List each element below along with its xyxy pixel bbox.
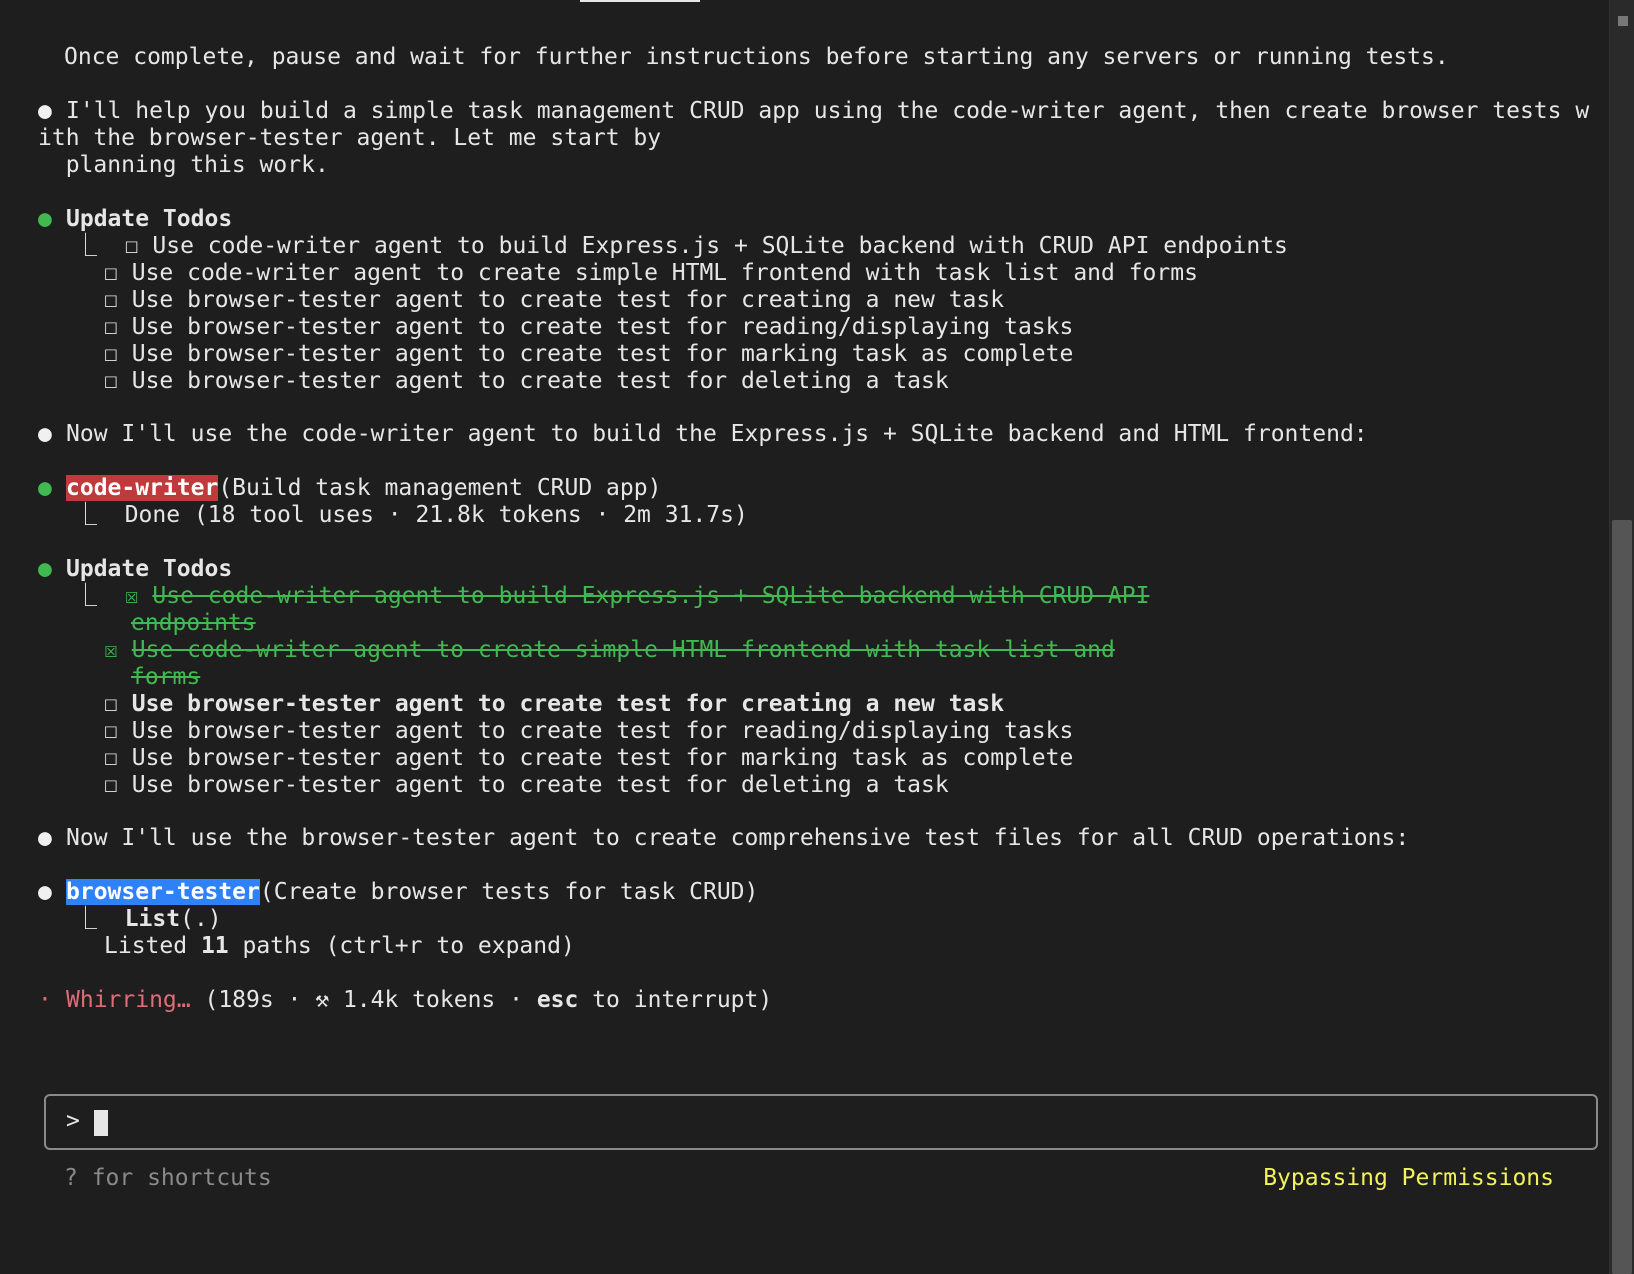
permission-mode-badge: Bypassing Permissions xyxy=(1263,1165,1554,1191)
assistant-message-cont: ith the browser-tester agent. Let me sta… xyxy=(38,125,662,151)
todo-item: ☐ Use browser-tester agent to create tes… xyxy=(104,341,1074,367)
bullet-icon: ● xyxy=(38,825,52,851)
todo-item-done-cont: forms xyxy=(131,664,201,690)
bullet-icon: ● xyxy=(38,475,52,501)
todos-header: ● Update Todos xyxy=(38,206,233,232)
todos-header: ● Update Todos xyxy=(38,556,233,582)
agent-tool-call: ⎿ List(.) xyxy=(74,906,222,932)
esc-key-hint[interactable]: esc xyxy=(537,987,579,1013)
bullet-icon: ● xyxy=(38,98,52,124)
shortcuts-hint: ? for shortcuts xyxy=(64,1165,272,1191)
bullet-icon: ● xyxy=(38,879,52,905)
todo-item: ☐ Use code-writer agent to create simple… xyxy=(104,260,1198,286)
todo-item-done: ⎿ ☒ Use code-writer agent to build Expre… xyxy=(74,583,1150,609)
intro-tail-text: Once complete, pause and wait for furthe… xyxy=(64,44,1449,70)
bullet-icon: ● xyxy=(38,556,52,582)
todo-item: ☐ Use browser-tester agent to create tes… xyxy=(104,772,949,798)
assistant-message-cont: planning this work. xyxy=(38,152,329,178)
agent-tag-code-writer: code-writer xyxy=(66,475,219,501)
checkbox-empty-icon: ☐ xyxy=(104,368,118,394)
todo-item: ⎿ ☐ Use code-writer agent to build Expre… xyxy=(74,233,1288,259)
agent-tag-browser-tester: browser-tester xyxy=(66,879,260,905)
tree-branch-icon: ⎿ xyxy=(74,583,97,609)
bullet-icon: ● xyxy=(38,206,52,232)
assistant-message: ● Now I'll use the code-writer agent to b… xyxy=(38,421,1368,447)
prompt-caret-icon: > xyxy=(66,1108,80,1134)
agent-call-browser-tester: ● browser-tester(Create browser tests for… xyxy=(38,879,759,905)
agent-result: ⎿ Done (18 tool uses · 21.8k tokens · 2m… xyxy=(74,502,748,528)
todo-item: ☐ Use browser-tester agent to create tes… xyxy=(104,718,1074,744)
tree-branch-icon: ⎿ xyxy=(74,502,97,528)
selection-mark xyxy=(580,0,700,2)
bullet-icon: ● xyxy=(38,421,52,447)
checkbox-empty-icon: ☐ xyxy=(104,287,118,313)
terminal-output: Once complete, pause and wait for furthe… xyxy=(0,0,1610,1274)
todo-item-done: ☒ Use code-writer agent to create simple… xyxy=(104,637,1115,663)
checkbox-empty-icon: ☐ xyxy=(104,718,118,744)
todo-item-done-cont: endpoints xyxy=(131,610,256,636)
agent-call-code-writer: ● code-writer(Build task management CRUD … xyxy=(38,475,662,501)
checkbox-empty-icon: ☐ xyxy=(104,260,118,286)
scroll-up-icon[interactable] xyxy=(1618,16,1628,26)
checkbox-empty-icon: ☐ xyxy=(104,745,118,771)
assistant-message: ● Now I'll use the browser-tester agent t… xyxy=(38,825,1410,851)
todo-item-active: ☐ Use browser-tester agent to create tes… xyxy=(104,691,1005,717)
tree-branch-icon: ⎿ xyxy=(74,906,97,932)
checkbox-empty-icon: ☐ xyxy=(104,314,118,340)
todo-item: ☐ Use browser-tester agent to create tes… xyxy=(104,368,949,394)
tree-branch-icon: ⎿ xyxy=(74,233,97,259)
checkbox-empty-icon: ☐ xyxy=(104,772,118,798)
scrollbar[interactable] xyxy=(1609,0,1634,1274)
todo-item: ☐ Use browser-tester agent to create tes… xyxy=(104,314,1074,340)
text-cursor xyxy=(94,1110,108,1136)
checkbox-empty-icon: ☐ xyxy=(104,691,118,717)
checkbox-empty-icon: ☐ xyxy=(104,341,118,367)
checkbox-checked-icon: ☒ xyxy=(124,583,139,609)
scrollbar-thumb[interactable] xyxy=(1612,520,1632,1274)
checkbox-checked-icon: ☒ xyxy=(104,637,118,663)
assistant-message: ● I'll help you build a simple task manag… xyxy=(38,98,1590,124)
todo-item: ☐ Use browser-tester agent to create tes… xyxy=(104,745,1074,771)
spinner-icon: · xyxy=(38,987,52,1013)
agent-tool-result[interactable]: Listed 11 paths (ctrl+r to expand) xyxy=(104,932,575,960)
todo-item: ☐ Use browser-tester agent to create tes… xyxy=(104,287,1005,313)
prompt-input[interactable]: > xyxy=(44,1094,1598,1150)
status-line: · Whirring… (189s · ⚒ 1.4k tokens · esc t… xyxy=(38,987,773,1013)
status-word: Whirring… xyxy=(66,987,191,1013)
checkbox-empty-icon: ☐ xyxy=(124,233,139,259)
